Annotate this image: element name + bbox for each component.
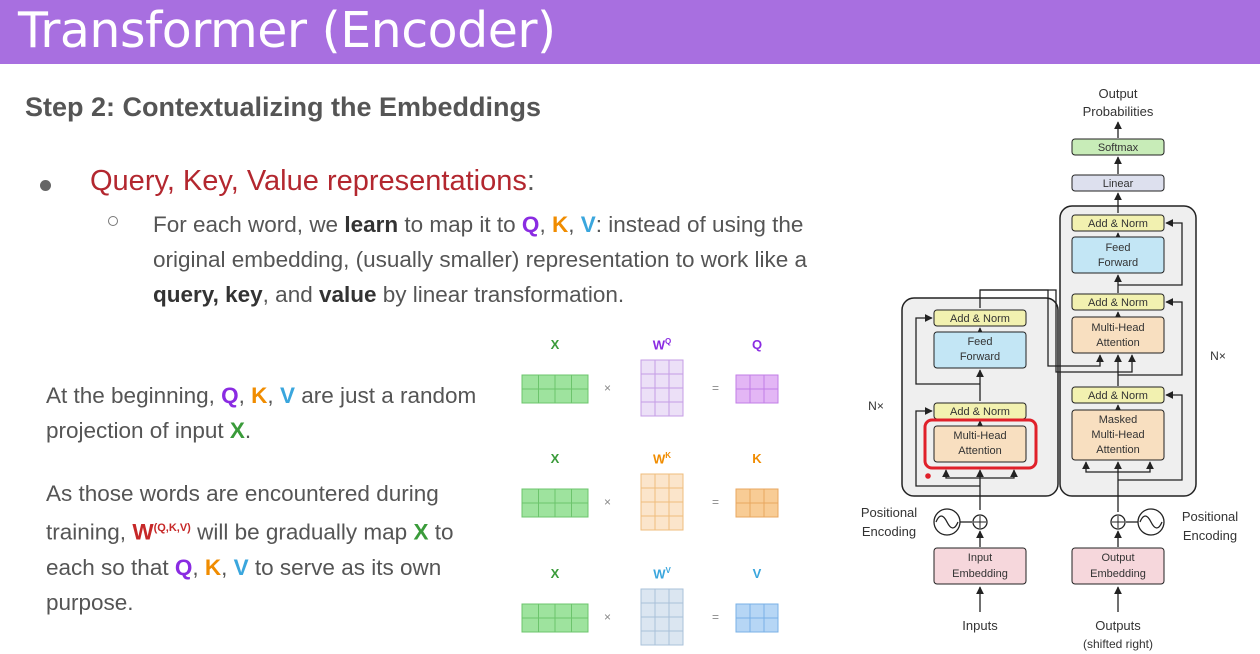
decoder-mha-line2: Attention (1096, 337, 1139, 349)
encoder-addnorm-2-label: Add & Norm (950, 313, 1010, 325)
masked-line2: Multi-Head (1091, 429, 1144, 441)
decoder-addnorm-3-label: Add & Norm (1088, 218, 1148, 230)
matrix-q-out (735, 374, 779, 404)
dec-pos-enc-line2: Encoding (1183, 528, 1237, 543)
matrix-wv (640, 588, 684, 646)
transformer-diagram: Output Probabilities Softmax Linear Add … (861, 86, 1238, 651)
matrix-k-out (735, 488, 779, 518)
encoder-nx-label: N× (868, 399, 884, 413)
linear-label: Linear (1103, 178, 1134, 190)
encoder-ff-line2: Forward (960, 351, 1000, 363)
masked-line1: Masked (1099, 414, 1138, 426)
decoder-addnorm-1-label: Add & Norm (1088, 390, 1148, 402)
decoder-nx-label: N× (1210, 349, 1226, 363)
output-prob-line2: Probabilities (1083, 104, 1154, 119)
highlight-dot (925, 473, 931, 479)
output-emb-line1: Output (1101, 552, 1134, 564)
encoder-mha-line1: Multi-Head (953, 430, 1006, 442)
masked-line3: Attention (1096, 444, 1139, 456)
matrix-wq (640, 359, 684, 417)
inputs-label: Inputs (962, 618, 998, 633)
outputs-line1: Outputs (1095, 618, 1141, 633)
input-emb-line2: Embedding (952, 568, 1008, 580)
decoder-ff-line2: Forward (1098, 257, 1138, 269)
outputs-line2: (shifted right) (1083, 637, 1153, 651)
matrix-x-v (521, 603, 589, 633)
matrix-x-k (521, 488, 589, 518)
output-emb-line2: Embedding (1090, 568, 1146, 580)
output-prob-line1: Output (1098, 86, 1137, 101)
matrix-v-out (735, 603, 779, 633)
softmax-label: Softmax (1098, 142, 1139, 154)
matrix-wk (640, 473, 684, 531)
enc-pos-enc-line2: Encoding (862, 524, 916, 539)
encoder-ff-line1: Feed (967, 336, 992, 348)
decoder-addnorm-2-label: Add & Norm (1088, 297, 1148, 309)
enc-pos-enc-line1: Positional (861, 505, 917, 520)
encoder-addnorm-1-label: Add & Norm (950, 406, 1010, 418)
matrix-x-q (521, 374, 589, 404)
dec-pos-enc-line1: Positional (1182, 509, 1238, 524)
encoder-mha-line2: Attention (958, 445, 1001, 457)
decoder-mha-line1: Multi-Head (1091, 322, 1144, 334)
decoder-ff-line1: Feed (1105, 242, 1130, 254)
input-emb-line1: Input (968, 552, 992, 564)
